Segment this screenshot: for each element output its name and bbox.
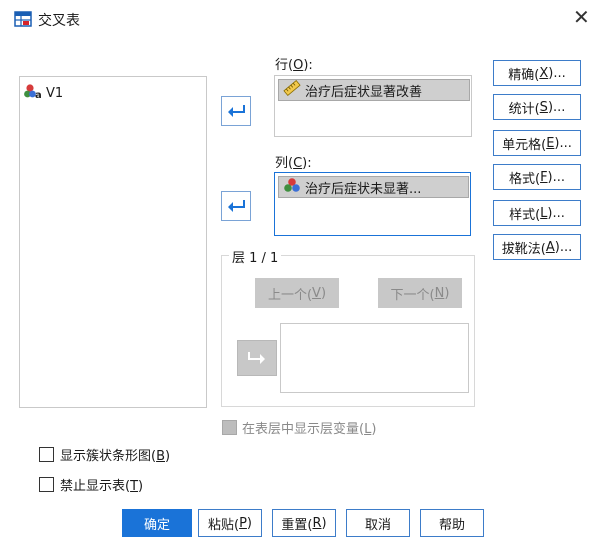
title-bar xyxy=(0,0,601,36)
columns-list-item[interactable]: 治疗后症状未显著... xyxy=(278,176,469,198)
columns-label: 列(C): xyxy=(275,156,312,171)
clustered-bar-label: 显示簇状条形图(B) xyxy=(60,449,171,464)
move-to-columns-button[interactable] xyxy=(221,191,251,221)
crosstabs-app-icon xyxy=(14,9,32,27)
rows-list[interactable]: 治疗后症状显著改善 xyxy=(274,75,472,137)
cancel-button[interactable]: 取消 xyxy=(346,509,410,537)
bootstrap-button[interactable]: 拔靴法(A)... xyxy=(493,234,581,260)
display-layer-variables-option[interactable]: 在表层中显示层变量(L) xyxy=(222,418,376,437)
nominal-balls-icon xyxy=(283,177,301,197)
paste-button[interactable]: 粘贴(P) xyxy=(198,509,262,537)
statistics-button[interactable]: 统计(S)... xyxy=(493,94,581,120)
source-variable-item[interactable]: a V1 xyxy=(20,83,206,103)
scale-ruler-icon xyxy=(283,79,301,100)
reset-button[interactable]: 重置(R) xyxy=(272,509,336,537)
rows-item-label: 治疗后症状显著改善 xyxy=(305,84,423,100)
suppress-tables-option[interactable]: 禁止显示表(T) xyxy=(39,475,143,494)
svg-text:a: a xyxy=(35,90,42,99)
rows-label: 行(O): xyxy=(275,58,313,73)
close-icon[interactable]: ✕ xyxy=(573,7,590,27)
clustered-bar-option[interactable]: 显示簇状条形图(B) xyxy=(39,445,170,464)
move-to-rows-button[interactable] xyxy=(221,96,251,126)
suppress-tables-checkbox[interactable] xyxy=(39,477,54,492)
display-layer-variables-checkbox[interactable] xyxy=(222,420,237,435)
ok-button[interactable]: 确定 xyxy=(122,509,192,537)
suppress-tables-label: 禁止显示表(T) xyxy=(60,479,144,494)
help-button[interactable]: 帮助 xyxy=(420,509,484,537)
move-to-layer-button[interactable] xyxy=(237,340,277,376)
cells-button[interactable]: 单元格(E)... xyxy=(493,130,581,156)
source-variable-label: V1 xyxy=(46,85,64,101)
layer-list[interactable] xyxy=(280,323,469,393)
style-button[interactable]: 样式(L)... xyxy=(493,200,581,226)
clustered-bar-checkbox[interactable] xyxy=(39,447,54,462)
next-layer-button[interactable]: 下一个(N) xyxy=(378,278,462,308)
layer-title: 层 1 / 1 xyxy=(229,247,282,266)
format-button[interactable]: 格式(F)... xyxy=(493,164,581,190)
window-title: 交叉表 xyxy=(38,13,80,29)
columns-list[interactable]: 治疗后症状未显著... xyxy=(274,172,471,236)
nominal-string-icon: a xyxy=(24,83,42,103)
arrow-left-icon xyxy=(228,200,245,212)
previous-layer-button[interactable]: 上一个(V) xyxy=(255,278,339,308)
display-layer-variables-label: 在表层中显示层变量(L) xyxy=(242,422,377,437)
arrow-left-icon xyxy=(228,105,245,117)
arrow-right-icon xyxy=(248,352,265,364)
columns-item-label: 治疗后症状未显著... xyxy=(305,181,422,197)
source-variable-list[interactable]: a V1 xyxy=(19,76,207,408)
exact-button[interactable]: 精确(X)... xyxy=(493,60,581,86)
rows-list-item[interactable]: 治疗后症状显著改善 xyxy=(278,79,470,101)
